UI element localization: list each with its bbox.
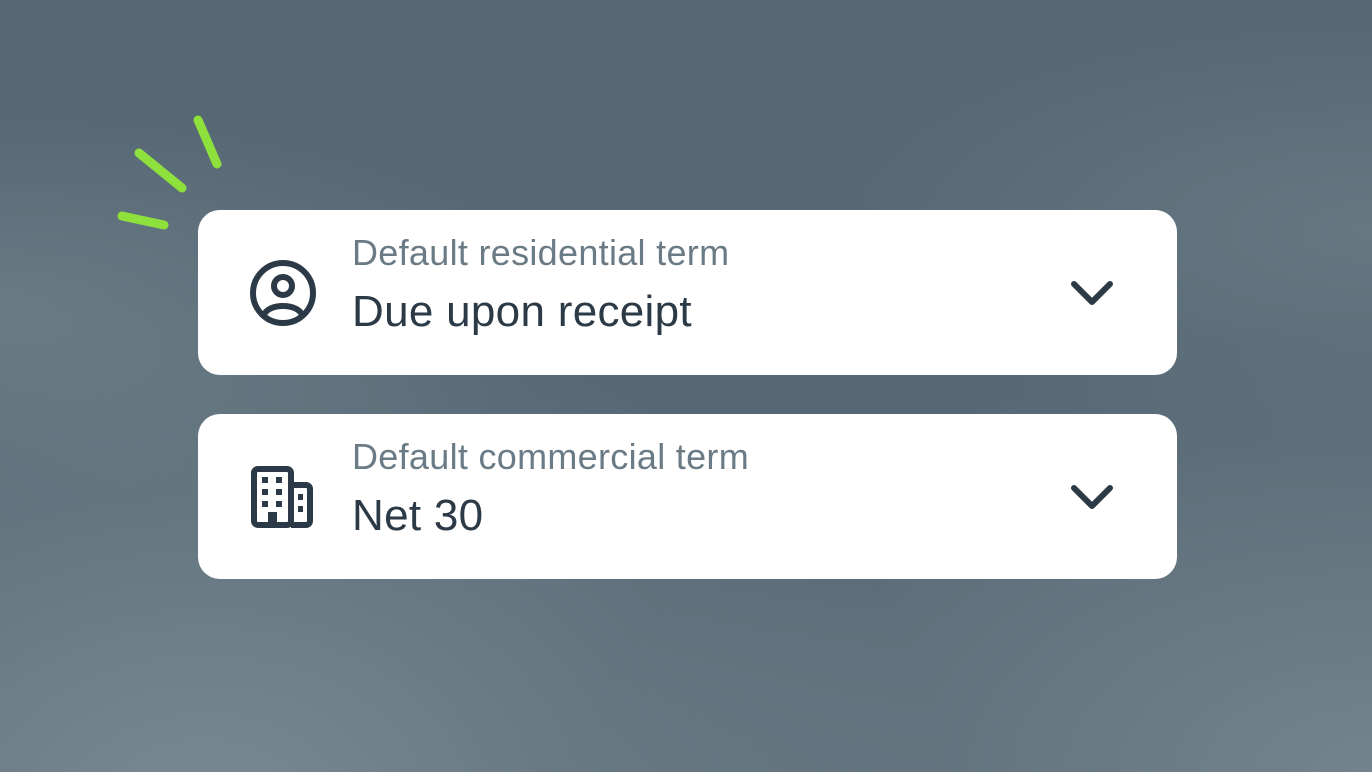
commercial-term-value: Net 30 — [352, 491, 484, 540]
chevron-down-icon[interactable] — [1069, 474, 1115, 520]
residential-term-dropdown[interactable]: Default residential term Due upon receip… — [198, 210, 1177, 375]
user-circle-icon — [248, 258, 318, 328]
commercial-term-dropdown[interactable]: Default commercial term Net 30 — [198, 414, 1177, 579]
chevron-down-icon[interactable] — [1069, 270, 1115, 316]
residential-term-label: Default residential term — [352, 232, 730, 273]
commercial-term-label: Default commercial term — [352, 436, 749, 477]
building-icon — [248, 462, 318, 532]
residential-term-value: Due upon receipt — [352, 287, 692, 336]
